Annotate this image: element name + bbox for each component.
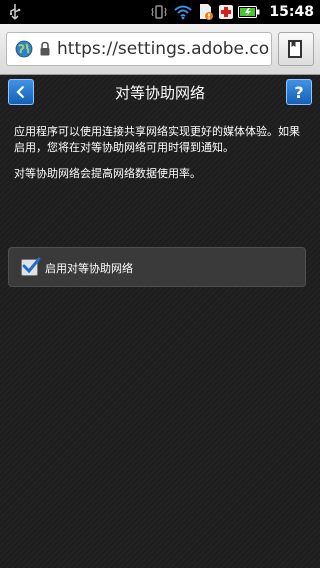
clock: 15:48 [269,4,314,20]
status-bar: 15:48 [0,0,320,24]
browser-url-bar: https://settings.adobe.com/... [0,24,320,75]
title-bar: 对等协助网络 ? [0,75,320,109]
chevron-left-icon [16,85,25,99]
wifi-icon [174,5,193,20]
sd-card-icon [200,4,214,20]
settings-content: 对等协助网络 ? 应用程序可以使用连接共享网络实现更好的媒体体验。如果启用，您将… [0,75,320,568]
data-usage-note: 对等协助网络会提高网络数据使用率。 [14,167,201,180]
back-button[interactable] [8,79,34,105]
url-text: https://settings.adobe.com/... [57,39,269,59]
bookmarks-button[interactable] [278,32,314,66]
page-title: 对等协助网络 [114,84,205,102]
lock-icon [40,41,50,56]
usb-icon [10,4,21,20]
peer-network-option[interactable]: 启用对等协助网络 [8,247,306,287]
enable-peer-network-checkbox[interactable] [21,257,41,276]
vibrate-icon [151,5,167,19]
enable-peer-network-label: 启用对等协助网络 [45,262,133,275]
battery-icon [238,6,260,18]
url-field[interactable]: https://settings.adobe.com/... [6,32,272,66]
bookmark-icon [288,40,302,58]
description-text: 应用程序可以使用连接共享网络实现更好的媒体体验。如果启用，您将在对等协助网络可用… [14,125,300,154]
medical-cross-icon [219,5,234,19]
help-button[interactable]: ? [286,79,312,105]
checkmark-icon [22,257,41,274]
globe-icon [15,40,33,58]
